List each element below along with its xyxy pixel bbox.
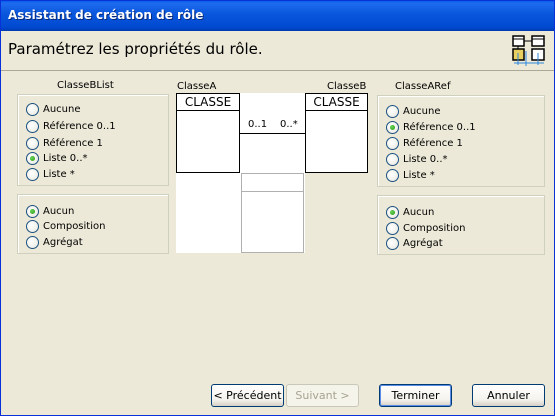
finish-button[interactable]: Terminer xyxy=(379,384,452,407)
wizard-window: Assistant de création de rôle Paramétrez… xyxy=(0,0,555,416)
right-agg-composition[interactable]: Composition xyxy=(386,222,465,235)
classeb-label: ClasseB xyxy=(327,81,367,92)
classebl-label: ClasseBList xyxy=(57,80,114,91)
right-mult-reference-1[interactable]: Référence 1 xyxy=(386,137,463,150)
right-aggregation-group: Aucun Composition Agrégat xyxy=(377,195,545,255)
left-agg-composition[interactable]: Composition xyxy=(26,220,105,233)
left-mult-liste-n[interactable]: Liste * xyxy=(26,168,75,181)
right-mult-liste-0-n[interactable]: Liste 0..* xyxy=(386,153,448,166)
radio-icon xyxy=(386,222,399,235)
radio-icon xyxy=(386,137,399,150)
right-agg-aucun[interactable]: Aucun xyxy=(386,206,434,219)
left-multiplicity-group: Aucune Référence 0..1 Référence 1 Liste … xyxy=(17,94,169,186)
radio-icon xyxy=(386,206,399,219)
left-aggregation-group: Aucun Composition Agrégat xyxy=(17,194,169,254)
wizard-header: Paramétrez les propriétés du rôle. xyxy=(1,31,554,71)
class-diagram-icon xyxy=(512,35,545,66)
left-mult-aucune[interactable]: Aucune xyxy=(26,103,81,116)
title-bar[interactable]: Assistant de création de rôle xyxy=(1,1,554,31)
page-title: Paramétrez les propriétés du rôle. xyxy=(8,40,263,58)
right-mult-aucune[interactable]: Aucune xyxy=(386,105,441,118)
radio-icon xyxy=(386,237,399,250)
right-agg-agregat[interactable]: Agrégat xyxy=(386,237,443,250)
radio-icon xyxy=(386,153,399,166)
left-mult-reference-0-1[interactable]: Référence 0..1 xyxy=(26,120,116,133)
previous-button[interactable]: < Précédent xyxy=(211,384,284,407)
window-title: Assistant de création de rôle xyxy=(8,8,204,22)
right-mult-liste-n[interactable]: Liste * xyxy=(386,169,435,182)
association-line xyxy=(240,133,305,134)
classearef-label: ClasseARef xyxy=(395,81,451,92)
radio-icon xyxy=(26,220,39,233)
radio-icon xyxy=(26,103,39,116)
next-button[interactable]: Suivant > xyxy=(286,384,359,407)
multiplicity-left: 0..1 xyxy=(248,119,268,130)
class-b-name: CLASSE xyxy=(306,94,367,111)
right-mult-reference-0-1[interactable]: Référence 0..1 xyxy=(386,121,476,134)
classea-label: ClasseA xyxy=(177,81,217,92)
radio-icon xyxy=(26,168,39,181)
association-class-box xyxy=(241,173,304,253)
left-mult-liste-0-n[interactable]: Liste 0..* xyxy=(26,152,88,165)
association-diagram: CLASSE CLASSE 0..1 0..* xyxy=(176,93,368,253)
radio-icon xyxy=(26,236,39,249)
radio-icon xyxy=(26,205,39,218)
uml-class-a: CLASSE xyxy=(176,93,240,173)
right-multiplicity-group: Aucune Référence 0..1 Référence 1 Liste … xyxy=(377,95,545,187)
radio-icon xyxy=(386,105,399,118)
multiplicity-right: 0..* xyxy=(280,119,298,130)
uml-class-b: CLASSE xyxy=(305,93,368,173)
class-a-name: CLASSE xyxy=(177,94,239,111)
radio-icon xyxy=(386,121,399,134)
cancel-button[interactable]: Annuler xyxy=(472,384,545,407)
radio-icon xyxy=(386,169,399,182)
left-agg-aucun[interactable]: Aucun xyxy=(26,205,74,218)
radio-icon xyxy=(26,152,39,165)
left-mult-reference-1[interactable]: Référence 1 xyxy=(26,137,103,150)
radio-icon xyxy=(26,137,39,150)
left-agg-agregat[interactable]: Agrégat xyxy=(26,236,83,249)
radio-icon xyxy=(26,120,39,133)
